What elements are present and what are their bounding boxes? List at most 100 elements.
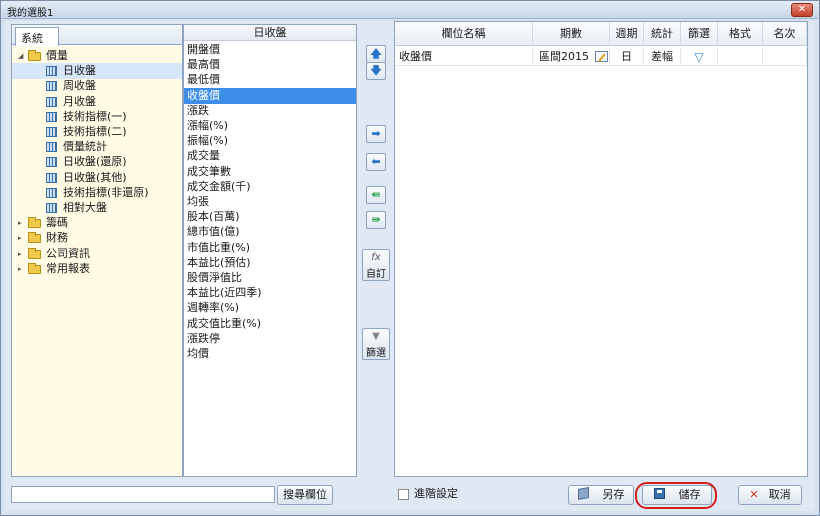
grid-cell-text: 差幅: [651, 50, 673, 63]
field-search-input[interactable]: [11, 486, 275, 503]
tree-item[interactable]: 周收盤: [12, 78, 182, 94]
grid-cell-format: [718, 48, 763, 66]
title-bar[interactable]: 我的選股1 ✕: [1, 1, 819, 19]
table-icon: [46, 203, 57, 213]
tree-node-label: 財務: [46, 231, 68, 245]
grid-column-header[interactable]: 格式: [718, 22, 763, 46]
tree-node-label: 公司資訊: [46, 246, 90, 260]
folder-icon: [28, 50, 41, 61]
tree-node-label: 價量: [46, 49, 68, 62]
field-list-item[interactable]: 振幅(%): [184, 133, 356, 149]
tree-folder[interactable]: ◢ 價量: [12, 48, 182, 64]
edit-period-icon[interactable]: [595, 51, 608, 62]
table-icon: [46, 127, 57, 137]
remove-all-button[interactable]: ⇚: [366, 186, 386, 204]
field-list-item[interactable]: 股價淨值比: [184, 270, 356, 286]
tree-item[interactable]: 技術指標(一): [12, 109, 182, 125]
grid-column-header[interactable]: 週期: [610, 22, 644, 46]
tree-item[interactable]: 價量統計: [12, 139, 182, 155]
selected-fields-grid: 欄位名稱 期數 週期 統計 篩選 格式 名次 收盤價 區間2015 日 差幅 ▽: [394, 21, 808, 477]
table-icon: [46, 111, 57, 122]
field-list-item[interactable]: 收盤價: [184, 87, 356, 104]
collapsed-arrow-icon[interactable]: ▸: [18, 261, 26, 277]
tree-folder[interactable]: ▸ 財務: [12, 230, 182, 246]
move-down-button[interactable]: 🡇: [366, 62, 386, 80]
table-row[interactable]: 收盤價 區間2015 日 差幅 ▽: [395, 48, 807, 66]
tree-node-label: 日收盤(還原): [63, 155, 127, 169]
field-list-panel: 日收盤 開盤價 最高價 最低價 收盤價 漲跌 漲幅(%) 振幅(%) 成交量 成交筆數 成交金額(…: [183, 24, 357, 477]
filter-button[interactable]: ▼ 篩選: [362, 328, 390, 360]
field-list-item[interactable]: 均價: [184, 346, 356, 362]
collapsed-arrow-icon[interactable]: ▸: [18, 246, 26, 262]
field-list-item[interactable]: 最高價: [184, 57, 356, 73]
tree-item[interactable]: 技術指標(非還原): [12, 185, 182, 201]
search-field-button[interactable]: 搜尋欄位: [277, 485, 333, 505]
custom-field-button[interactable]: fx 自訂: [362, 249, 390, 281]
field-list-item[interactable]: 市值比重(%): [184, 240, 356, 256]
save-highlight-ring: [635, 482, 717, 509]
tree-item[interactable]: 日收盤(還原): [12, 154, 182, 170]
field-list-item[interactable]: 股本(百萬): [184, 209, 356, 225]
grid-cell-rank: [763, 48, 807, 66]
table-icon: [46, 187, 57, 198]
grid-column-header[interactable]: 欄位名稱: [395, 22, 533, 46]
save-as-icon: [577, 487, 589, 500]
tree-folder[interactable]: ▸ 常用報表: [12, 261, 182, 277]
field-list-item[interactable]: 最低價: [184, 72, 356, 88]
advanced-settings-checkbox[interactable]: [398, 489, 409, 500]
field-list-item[interactable]: 總市值(億): [184, 224, 356, 240]
folder-icon: [28, 232, 41, 244]
tree-node-label: 日收盤: [63, 64, 96, 78]
tab-system[interactable]: 系統: [15, 27, 59, 46]
remove-field-button[interactable]: ⬅: [366, 153, 386, 171]
tree-folder[interactable]: ▸ 公司資訊: [12, 246, 182, 262]
move-up-button[interactable]: 🡅: [366, 45, 386, 63]
field-list-item[interactable]: 本益比(預估): [184, 255, 356, 271]
expanded-arrow-icon[interactable]: ◢: [18, 48, 26, 64]
tree-item[interactable]: 日收盤(其他): [12, 170, 182, 186]
tree-node-label: 常用報表: [46, 261, 90, 275]
filter-label: 篩選: [366, 348, 386, 359]
field-list-item[interactable]: 漲跌: [184, 103, 356, 119]
grid-cell-period[interactable]: 區間2015: [533, 48, 610, 66]
grid-column-header[interactable]: 期數: [533, 22, 610, 46]
filter-funnel-icon: ▽: [694, 50, 704, 64]
field-list-item[interactable]: 成交筆數: [184, 164, 356, 180]
field-list-item[interactable]: 成交值比重(%): [184, 316, 356, 332]
field-list-item[interactable]: 成交金額(千): [184, 179, 356, 195]
grid-column-header[interactable]: 統計: [644, 22, 681, 46]
field-list-item[interactable]: 漲跌停: [184, 331, 356, 347]
field-list-item[interactable]: 開盤價: [184, 42, 356, 58]
field-list-item[interactable]: 成交量: [184, 148, 356, 164]
grid-column-header[interactable]: 篩選: [681, 22, 718, 46]
field-list-item[interactable]: 本益比(近四季): [184, 285, 356, 301]
table-icon: [46, 142, 57, 153]
grid-column-header[interactable]: 名次: [763, 22, 807, 46]
cancel-label: 取消: [768, 488, 791, 501]
category-tree-panel: 系統 ◢ 價量日收盤 周收盤 月收盤 技術指標(一) 技術指標(二) 價量統計 日收盤(還原)…: [11, 24, 183, 477]
collapsed-arrow-icon[interactable]: ▸: [18, 215, 26, 231]
tree-node-label: 技術指標(一): [63, 109, 127, 123]
cancel-button[interactable]: ✕ 取消: [738, 485, 802, 505]
grid-cell-text: 區間2015: [539, 50, 589, 63]
tree-item[interactable]: 技術指標(二): [12, 124, 182, 140]
tree-item[interactable]: 月收盤: [12, 94, 182, 110]
add-field-button[interactable]: ➡: [366, 125, 386, 143]
tree-node-label: 月收盤: [63, 94, 96, 108]
tree-item[interactable]: 相對大盤: [12, 200, 182, 216]
tree-node-label: 相對大盤: [63, 201, 107, 214]
save-as-label: 另存: [602, 488, 625, 501]
close-button[interactable]: ✕: [791, 3, 813, 17]
grid-cell-filter[interactable]: ▽: [681, 48, 718, 66]
tree-item[interactable]: 日收盤: [12, 63, 182, 80]
grid-cell-cycle: 日: [610, 48, 644, 66]
field-list-item[interactable]: 漲幅(%): [184, 118, 356, 134]
field-list-item[interactable]: 均張: [184, 194, 356, 210]
save-as-button[interactable]: 另存: [568, 485, 634, 505]
add-all-button[interactable]: ⇛: [366, 211, 386, 229]
table-icon: [46, 96, 57, 107]
tree-folder[interactable]: ▸ 籌碼: [12, 215, 182, 231]
field-list-item[interactable]: 週轉率(%): [184, 300, 356, 316]
collapsed-arrow-icon[interactable]: ▸: [18, 230, 26, 246]
tree-node-label: 周收盤: [63, 79, 96, 93]
